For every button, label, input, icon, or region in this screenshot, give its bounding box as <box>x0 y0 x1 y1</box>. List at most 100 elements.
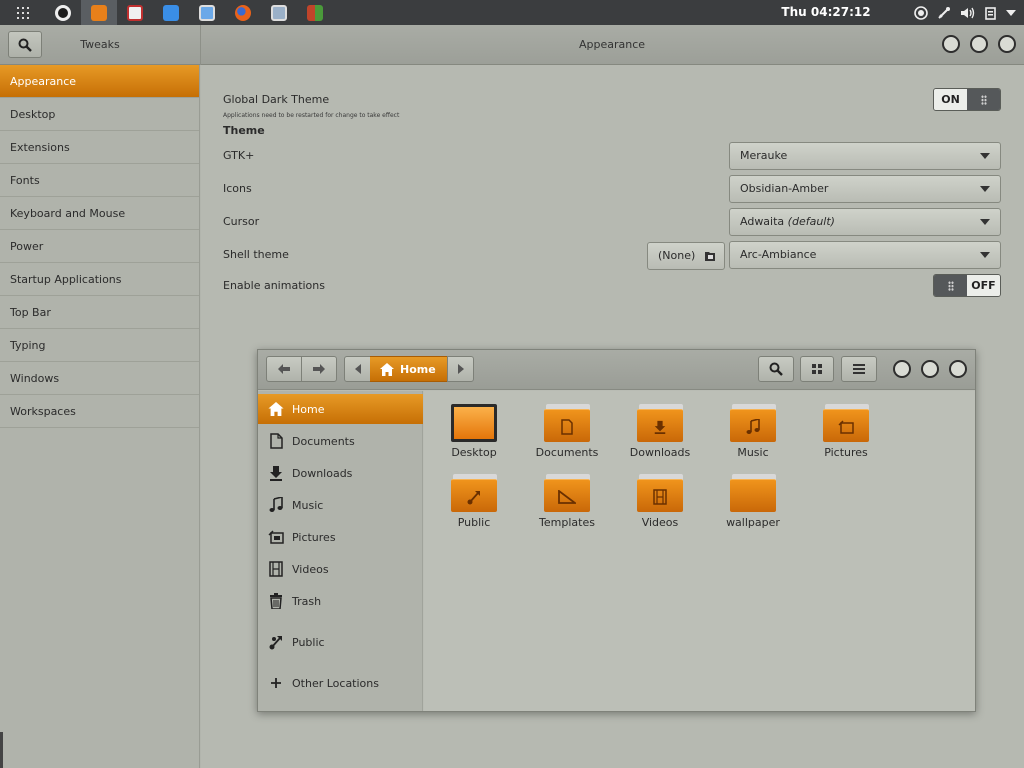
places-item-documents[interactable]: Documents <box>258 426 423 456</box>
record-icon <box>914 5 928 20</box>
file-item-videos[interactable]: Videos <box>614 474 706 529</box>
gtk-label: GTK+ <box>223 149 255 162</box>
shell-theme-value: Arc-Ambiance <box>740 248 817 261</box>
taskbar-files-app[interactable] <box>81 0 117 25</box>
sidebar-item-top-bar[interactable]: Top Bar <box>0 296 199 329</box>
path-scroll-left-button[interactable] <box>344 356 371 382</box>
taskbar-app-8[interactable] <box>297 0 333 25</box>
places-item-label: Other Locations <box>292 676 379 690</box>
trash-icon <box>270 593 282 609</box>
chevron-left-icon <box>354 364 361 374</box>
taskbar-app-7[interactable] <box>261 0 297 25</box>
animations-switch[interactable]: OFF <box>933 274 1001 297</box>
download-icon <box>270 466 282 481</box>
taskbar-app-3[interactable] <box>117 0 153 25</box>
share-icon <box>269 636 282 650</box>
restart-note: Applications need to be restarted for ch… <box>223 112 400 119</box>
menu-button[interactable] <box>841 356 877 382</box>
documents-folder-icon <box>544 404 590 442</box>
switch-knob <box>934 275 967 296</box>
app-grid-icon <box>16 6 29 19</box>
header-bar: Tweaks Appearance <box>0 25 1024 65</box>
sidebar-item-typing[interactable]: Typing <box>0 329 199 362</box>
minimize-button[interactable] <box>893 360 911 378</box>
gtk-theme-dropdown[interactable]: Merauke <box>729 142 1001 170</box>
minimize-button[interactable] <box>942 35 960 53</box>
sidebar-item-fonts[interactable]: Fonts <box>0 164 199 197</box>
maximize-button[interactable] <box>970 35 988 53</box>
top-bar: Thu 04:27:12 <box>0 0 1024 25</box>
forward-button[interactable] <box>301 356 337 382</box>
file-item-downloads[interactable]: Downloads <box>614 404 706 459</box>
templates-folder-icon <box>544 474 590 512</box>
places-item-other-locations[interactable]: Other Locations <box>258 668 423 698</box>
plus-icon <box>271 678 281 688</box>
icons-theme-value: Obsidian-Amber <box>740 182 829 195</box>
taskbar-app-5[interactable] <box>189 0 225 25</box>
search-button[interactable] <box>8 31 42 58</box>
app-8-icon <box>307 4 323 21</box>
file-item-desktop[interactable]: Desktop <box>428 404 520 459</box>
places-item-pictures[interactable]: Pictures <box>258 522 423 552</box>
global-dark-theme-switch[interactable]: ON <box>933 88 1001 111</box>
app-4-icon <box>163 4 179 21</box>
screen-edge-artifact <box>0 732 3 768</box>
sidebar-item-keyboard-and-mouse[interactable]: Keyboard and Mouse <box>0 197 199 230</box>
taskbar-app-1[interactable] <box>45 0 81 25</box>
places-item-label: Home <box>292 402 325 416</box>
app-grid-button[interactable] <box>0 0 45 25</box>
grid-view-icon <box>812 364 822 374</box>
sidebar-item-appearance[interactable]: Appearance <box>0 65 199 98</box>
taskbar-app-4[interactable] <box>153 0 189 25</box>
app-5-icon <box>199 4 215 21</box>
file-item-documents[interactable]: Documents <box>521 404 613 459</box>
files-app-icon <box>91 4 107 21</box>
cursor-theme-value: Adwaita <box>740 215 785 228</box>
volume-icon <box>961 7 975 18</box>
firefox-icon <box>235 4 251 21</box>
places-item-home[interactable]: Home <box>258 394 423 424</box>
shell-theme-dropdown[interactable]: Arc-Ambiance <box>729 241 1001 269</box>
path-scroll-right-button[interactable] <box>447 356 474 382</box>
places-item-public[interactable]: Public <box>258 627 423 657</box>
folder-icon <box>730 474 776 512</box>
places-item-label: Documents <box>292 434 355 448</box>
file-item-public[interactable]: Public <box>428 474 520 529</box>
places-item-music[interactable]: Music <box>258 490 423 520</box>
file-item-label: Music <box>737 446 769 459</box>
chevron-down-icon <box>980 153 990 159</box>
sidebar-item-power[interactable]: Power <box>0 230 199 263</box>
tweaks-sidebar: Appearance Desktop Extensions Fonts Keyb… <box>0 65 200 768</box>
grip-icon <box>980 94 987 105</box>
file-item-templates[interactable]: Templates <box>521 474 613 529</box>
sidebar-item-extensions[interactable]: Extensions <box>0 131 199 164</box>
maximize-button[interactable] <box>921 360 939 378</box>
file-item-label: Templates <box>539 516 595 529</box>
files-search-button[interactable] <box>758 356 794 382</box>
back-button[interactable] <box>266 356 302 382</box>
cursor-theme-dropdown[interactable]: Adwaita (default) <box>729 208 1001 236</box>
file-item-wallpaper[interactable]: wallpaper <box>707 474 799 529</box>
switch-knob <box>967 89 1000 110</box>
close-button[interactable] <box>949 360 967 378</box>
file-item-pictures[interactable]: Pictures <box>800 404 892 459</box>
path-bar-home[interactable]: Home <box>370 356 448 382</box>
icons-theme-dropdown[interactable]: Obsidian-Amber <box>729 175 1001 203</box>
places-item-videos[interactable]: Videos <box>258 554 423 584</box>
clock[interactable]: Thu 04:27:12 <box>770 0 882 25</box>
close-button[interactable] <box>998 35 1016 53</box>
sidebar-item-windows[interactable]: Windows <box>0 362 199 395</box>
shell-theme-label: Shell theme <box>223 248 289 261</box>
sidebar-item-desktop[interactable]: Desktop <box>0 98 199 131</box>
places-item-trash[interactable]: Trash <box>258 586 423 616</box>
videos-folder-icon <box>637 474 683 512</box>
places-item-downloads[interactable]: Downloads <box>258 458 423 488</box>
arrow-right-icon <box>313 364 325 374</box>
file-item-music[interactable]: Music <box>707 404 799 459</box>
view-grid-button[interactable] <box>800 356 834 382</box>
taskbar-firefox-app[interactable] <box>225 0 261 25</box>
system-tray[interactable] <box>914 0 1016 25</box>
shell-theme-file-button[interactable]: (None) <box>647 242 725 270</box>
sidebar-item-workspaces[interactable]: Workspaces <box>0 395 199 428</box>
sidebar-item-startup-applications[interactable]: Startup Applications <box>0 263 199 296</box>
